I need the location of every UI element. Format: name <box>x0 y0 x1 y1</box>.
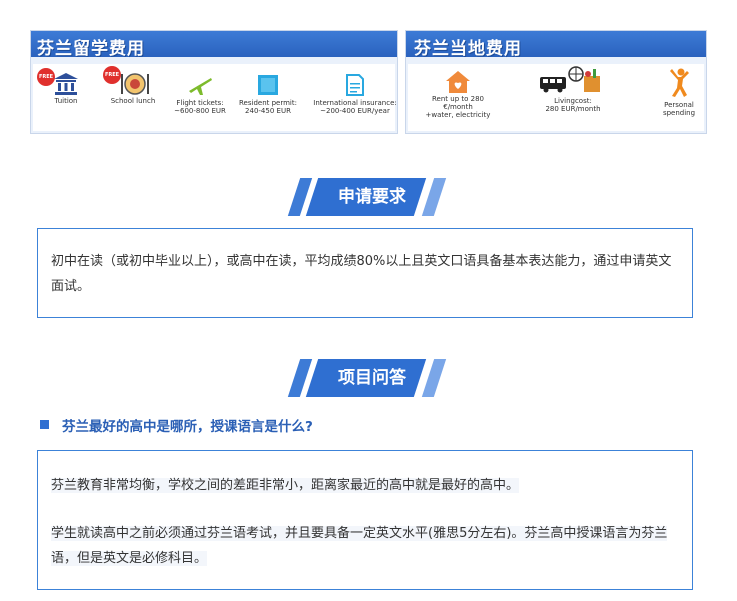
permit-card-icon <box>255 74 281 96</box>
bus-globe-groceries-icon <box>538 66 608 94</box>
requirements-title: 申请要求 <box>338 187 406 207</box>
faq-question: 芬兰最好的高中是哪所，授课语言是什么? <box>62 419 313 435</box>
meal-plate-icon <box>120 72 149 95</box>
study-costs-title: 芬兰留学费用 <box>37 39 145 59</box>
local-costs-panel: 芬兰当地费用 Rent up to 280 €/month +water, el… <box>405 30 707 134</box>
answer-box: 芬兰教育非常均衡，学校之间的差距非常小，距离家最近的高中就是最好的高中。 学生就… <box>37 450 693 590</box>
study-costs-body: FREE Tuition FREE School lunch Flight ti… <box>33 64 397 131</box>
fee-rent-label: Rent up to 280 €/month +water, electrici… <box>425 95 491 119</box>
local-costs-body: Rent up to 280 €/month +water, electrici… <box>408 64 704 131</box>
answer-paragraph-1: 芬兰教育非常均衡，学校之间的差距非常小，距离家最近的高中就是最好的高中。 <box>51 473 651 498</box>
fee-flight-label: Flight tickets: ~600-800 EUR <box>174 99 226 115</box>
study-costs-panel: 芬兰留学费用 FREE Tuition FREE School lunch Fl… <box>30 30 398 134</box>
museum-icon <box>53 72 79 95</box>
requirements-text: 初中在读（或初中毕业以上），或高中在读，平均成绩80%以上且英文口语具备基本表达… <box>51 254 672 294</box>
fee-insurance: International insurance: ~200-400 EUR/ye… <box>309 74 401 115</box>
local-costs-header: 芬兰当地费用 <box>406 31 706 59</box>
requirements-header: 申请要求 <box>287 178 450 216</box>
question-bullet <box>40 420 49 429</box>
answer-1-text: 芬兰教育非常均衡，学校之间的差距非常小，距离家最近的高中就是最好的高中。 <box>51 478 520 493</box>
fee-personal-spending-label: Personal spending <box>662 101 696 117</box>
fee-tuition-label: Tuition <box>54 97 78 105</box>
fee-flight: Flight tickets: ~600-800 EUR <box>169 74 231 115</box>
fee-insurance-label: International insurance: ~200-400 EUR/ye… <box>313 99 397 115</box>
fee-resident-permit-label: Resident permit: 240-450 EUR <box>239 99 297 115</box>
fee-living-cost: Livingcost: 280 EUR/month <box>528 66 618 113</box>
fee-tuition: FREE Tuition <box>37 68 91 105</box>
faq-header: 项目问答 <box>287 359 450 397</box>
local-costs-title: 芬兰当地费用 <box>414 39 522 59</box>
answer-paragraph-2: 学生就读高中之前必须通过芬兰语考试，并且要具备一定英文水平(雅思5分左右)。芬兰… <box>51 521 681 571</box>
fee-resident-permit: Resident permit: 240-450 EUR <box>237 74 299 115</box>
fee-school-lunch: FREE School lunch <box>103 66 161 105</box>
airplane-icon <box>187 74 213 96</box>
free-badge: FREE <box>103 66 121 84</box>
answer-2-text: 学生就读高中之前必须通过芬兰语考试，并且要具备一定英文水平(雅思5分左右)。芬兰… <box>51 526 668 566</box>
person-cheering-icon <box>666 68 692 98</box>
house-icon <box>445 70 471 93</box>
study-costs-header: 芬兰留学费用 <box>31 31 397 59</box>
requirements-box: 初中在读（或初中毕业以上），或高中在读，平均成绩80%以上且英文口语具备基本表达… <box>37 228 693 318</box>
faq-title: 项目问答 <box>338 368 406 388</box>
fee-personal-spending: Personal spending <box>654 68 704 117</box>
fee-school-lunch-label: School lunch <box>110 97 156 105</box>
document-icon <box>342 74 368 96</box>
fee-living-cost-label: Livingcost: 280 EUR/month <box>545 97 601 113</box>
fee-rent: Rent up to 280 €/month +water, electrici… <box>418 70 498 119</box>
